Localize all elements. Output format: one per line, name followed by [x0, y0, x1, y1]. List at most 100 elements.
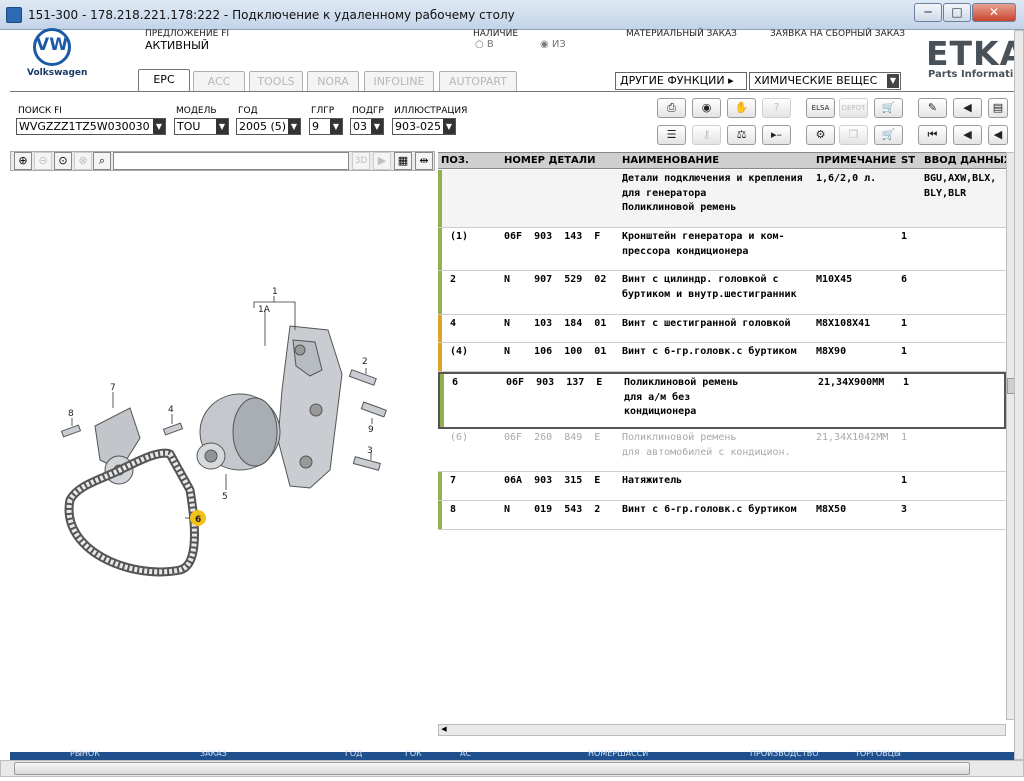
cell-name: Поликлиновой ремень для а/м без кондицио…	[624, 377, 739, 417]
zoom-fit-icon[interactable]: ⊗	[74, 152, 92, 170]
pin-icon[interactable]: ✎	[918, 98, 947, 118]
brand-name: Volkswagen	[27, 68, 88, 78]
maximize-button[interactable]: □	[943, 3, 971, 22]
key-icon[interactable]: ⚷	[692, 125, 721, 145]
cart-add-icon[interactable]: 🛒	[874, 98, 903, 118]
search-icon[interactable]: ⌕	[93, 152, 111, 170]
depot-button[interactable]: DEPOT	[839, 98, 868, 118]
stock-out-label: ИЗ	[551, 39, 566, 50]
col-pos[interactable]: ПОЗ.	[441, 155, 469, 166]
tab-autopart[interactable]: AUTOPART	[439, 71, 517, 91]
next-dash-icon[interactable]: ▸–	[762, 125, 791, 145]
cell-data-entry: BGU,AXW,BLX, BLY,BLR	[924, 173, 997, 199]
cart-icon[interactable]: 🛒	[874, 125, 903, 145]
table-row[interactable]: 2 N 907 529 02 Винт с цилиндр. головкой с …	[438, 271, 1006, 315]
close-button[interactable]: ✕	[972, 3, 1016, 22]
layout-icon[interactable]: ▦	[394, 152, 412, 170]
bracket-drawing	[277, 325, 343, 489]
search-fi-input[interactable]: WVGZZZ1TZ5W030030	[16, 118, 166, 135]
illustration-dropdown[interactable]: ▼	[443, 119, 455, 134]
handshake-icon[interactable]: ✋	[727, 98, 756, 118]
table-row[interactable]: 4 N 103 184 01 Винт с шестигранной головко…	[438, 315, 1006, 343]
zoom-in-icon[interactable]: ⊕	[14, 152, 32, 170]
chemicals-dropdown[interactable]: ХИМИЧЕСКИЕ ВЕЩЕС	[749, 72, 901, 90]
chemicals-dropdown-arrow[interactable]: ▼	[887, 74, 899, 88]
tab-nora[interactable]: NORA	[307, 71, 359, 91]
repair-icon[interactable]: ⚙	[806, 125, 835, 145]
table-row[interactable]: (6) 06F 260 849 E Поликлиновой ремень для …	[438, 429, 1006, 472]
table-row[interactable]: (1) 06F 903 143 F Кронштейн генератора и к…	[438, 228, 1006, 271]
material-order-link[interactable]: МАТЕРИАЛЬНЫЙ ЗАКАЗ	[626, 29, 737, 39]
assembly-order-link[interactable]: ЗАЯВКА НА СБОРНЫЙ ЗАКАЗ	[770, 29, 905, 39]
help-icon[interactable]: ?	[762, 98, 791, 118]
remote-desktop-icon	[6, 7, 22, 23]
callout-4: 4	[168, 405, 174, 415]
status-order: ЗАКАЗ	[200, 749, 227, 758]
table-row[interactable]: (4) N 106 100 01 Винт с 6-гр.головк.с бурт…	[438, 343, 1006, 372]
sub-group-dropdown[interactable]: ▼	[371, 119, 383, 134]
row-status-bar	[440, 374, 444, 427]
table-row[interactable]: Детали подключения и крепления для генер…	[438, 170, 1006, 228]
view-3d-button[interactable]: 3D	[352, 152, 370, 170]
cell-pos: (4)	[450, 346, 469, 357]
cell-name: Винт с 6-гр.головк.с буртиком	[622, 346, 797, 357]
split-arrows-icon[interactable]: ⇹	[415, 152, 433, 170]
print-icon[interactable]: ⎙	[657, 98, 686, 118]
row-status-bar	[438, 472, 442, 500]
zoom-reset-icon[interactable]: ⊙	[54, 152, 72, 170]
col-st[interactable]: ST	[901, 155, 915, 166]
document-icon[interactable]: ▤	[988, 98, 1008, 118]
window-vertical-scrollbar[interactable]	[1014, 30, 1024, 760]
illustration-area[interactable]: 1 1A 2 3 4 5 6 7 8 9	[10, 170, 435, 720]
etka-logo: ETKA	[926, 34, 1024, 73]
cell-note: M8X90	[816, 346, 847, 357]
media-icon[interactable]: ▶	[373, 152, 391, 170]
main-group-dropdown[interactable]: ▼	[330, 119, 342, 134]
table-row[interactable]: 7 06A 903 315 E Натяжитель 1	[438, 472, 1006, 501]
main-group-label: ГЛГР	[311, 106, 335, 116]
model-dropdown[interactable]: ▼	[216, 119, 228, 134]
elsa-label: ELSA	[811, 104, 830, 112]
catalog-icon[interactable]: ◉	[692, 98, 721, 118]
tab-tools[interactable]: TOOLS	[249, 71, 303, 91]
window-title-bar: 151-300 - 178.218.221.178:222 - Подключе…	[0, 0, 1024, 30]
tab-epc[interactable]: EPC	[138, 69, 190, 91]
col-name[interactable]: НАИМЕНОВАНИЕ	[622, 155, 719, 166]
elsa-button[interactable]: ELSA	[806, 98, 835, 118]
prev-page-icon[interactable]: ◀	[953, 98, 982, 118]
status-chassis: НОМЕРШАССИ	[588, 749, 649, 758]
cell-st: 1	[901, 432, 908, 443]
tab-infoline[interactable]: INFOLINE	[364, 71, 434, 91]
cell-name: Винт с шестигранной головкой	[622, 318, 791, 329]
left-arrow-icon[interactable]: ◀	[988, 125, 1008, 145]
cell-note: M8X50	[816, 504, 847, 515]
table-horizontal-scrollbar[interactable]	[438, 724, 1006, 736]
first-page-icon[interactable]: ⏮	[918, 125, 947, 145]
depot-label: DEPOT	[841, 104, 866, 112]
minimize-button[interactable]: ─	[914, 3, 942, 22]
cell-name: Кронштейн генератора и ком- прессора кон…	[622, 231, 785, 257]
year-dropdown[interactable]: ▼	[288, 119, 300, 134]
copy-icon[interactable]: ❐	[839, 125, 868, 145]
scale-icon[interactable]: ⚖	[727, 125, 756, 145]
diagram-search-input[interactable]	[113, 152, 349, 170]
stock-radio-in[interactable]: ○ В	[475, 39, 494, 50]
zoom-out-icon[interactable]: ⊖	[34, 152, 52, 170]
scroll-left-arrow[interactable]: ◀	[439, 725, 449, 735]
list-icon[interactable]: ☰	[657, 125, 686, 145]
window-horizontal-scroll-thumb[interactable]	[14, 762, 970, 775]
status-year: ГОД	[345, 749, 363, 758]
tab-acc[interactable]: ACC	[193, 71, 245, 91]
stock-radio-out[interactable]: ◉ ИЗ	[540, 39, 566, 50]
col-part-number[interactable]: НОМЕР ДЕТАЛИ	[504, 155, 595, 166]
cell-pos: 7	[450, 475, 457, 486]
other-functions-button[interactable]: ДРУГИЕ ФУНКЦИИ ▸	[615, 72, 747, 90]
col-data-entry[interactable]: ВВОД ДАННЫХ	[924, 155, 1012, 166]
col-note[interactable]: ПРИМЕЧАНИЕ	[816, 155, 896, 166]
search-fi-dropdown[interactable]: ▼	[153, 119, 165, 134]
table-row[interactable]: 8 N 019 543 2 Винт с 6-гр.головк.с буртико…	[438, 501, 1006, 530]
cell-note: 1,6/2,0 л.	[816, 173, 877, 184]
table-row[interactable]: 6 06F 903 137 E Поликлиновой ремень для а/…	[438, 372, 1006, 429]
etka-subtitle: Parts Informati	[928, 69, 1014, 80]
back-icon[interactable]: ◀	[953, 125, 982, 145]
